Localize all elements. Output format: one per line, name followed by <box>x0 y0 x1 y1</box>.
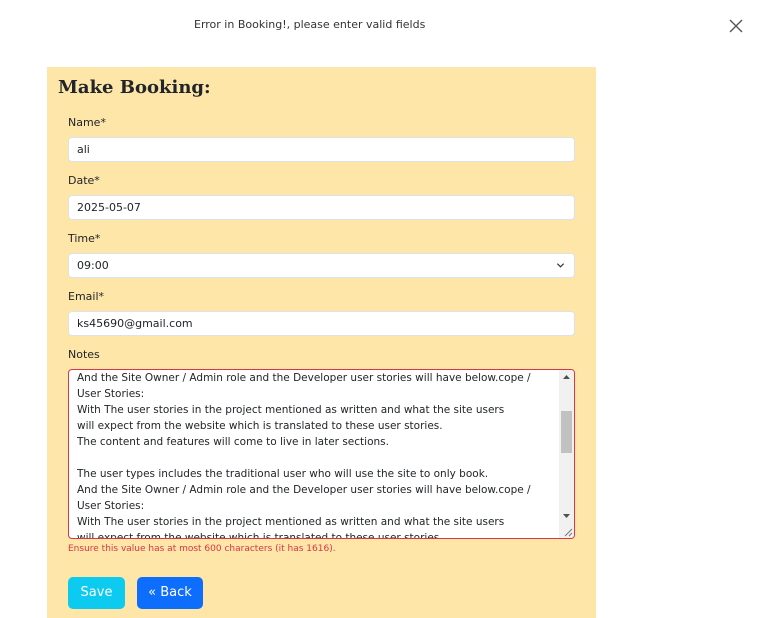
close-button[interactable] <box>727 17 745 35</box>
close-icon <box>729 19 743 33</box>
scroll-up-arrow-icon[interactable] <box>559 370 574 385</box>
chevron-down-icon <box>556 263 565 268</box>
notes-text: And the Site Owner / Admin role and the … <box>77 372 531 538</box>
name-input[interactable]: ali <box>68 137 575 162</box>
date-label: Date* <box>68 174 100 187</box>
page: Error in Booking!, please enter valid fi… <box>0 0 769 618</box>
error-message: Error in Booking!, please enter valid fi… <box>194 18 426 31</box>
notes-scrollbar[interactable] <box>559 370 574 538</box>
save-button[interactable]: Save <box>68 577 125 609</box>
scroll-down-arrow-icon[interactable] <box>559 508 574 523</box>
email-label: Email* <box>68 290 105 303</box>
date-input[interactable]: 2025-05-07 <box>68 195 575 220</box>
resize-grip-icon[interactable] <box>563 527 573 537</box>
notes-label: Notes <box>68 348 100 361</box>
time-label: Time* <box>68 232 101 245</box>
back-button[interactable]: « Back <box>137 577 203 609</box>
form-title: Make Booking: <box>58 77 211 98</box>
scroll-thumb[interactable] <box>561 411 572 453</box>
time-select[interactable]: 09:00 <box>68 253 575 278</box>
booking-form: Make Booking: Name* ali Date* 2025-05-07… <box>47 67 596 618</box>
notes-error: Ensure this value has at most 600 charac… <box>68 544 336 554</box>
email-input[interactable]: ks45690@gmail.com <box>68 311 575 336</box>
time-select-value: 09:00 <box>77 259 109 272</box>
notes-textarea[interactable]: And the Site Owner / Admin role and the … <box>68 369 575 539</box>
name-label: Name* <box>68 116 106 129</box>
